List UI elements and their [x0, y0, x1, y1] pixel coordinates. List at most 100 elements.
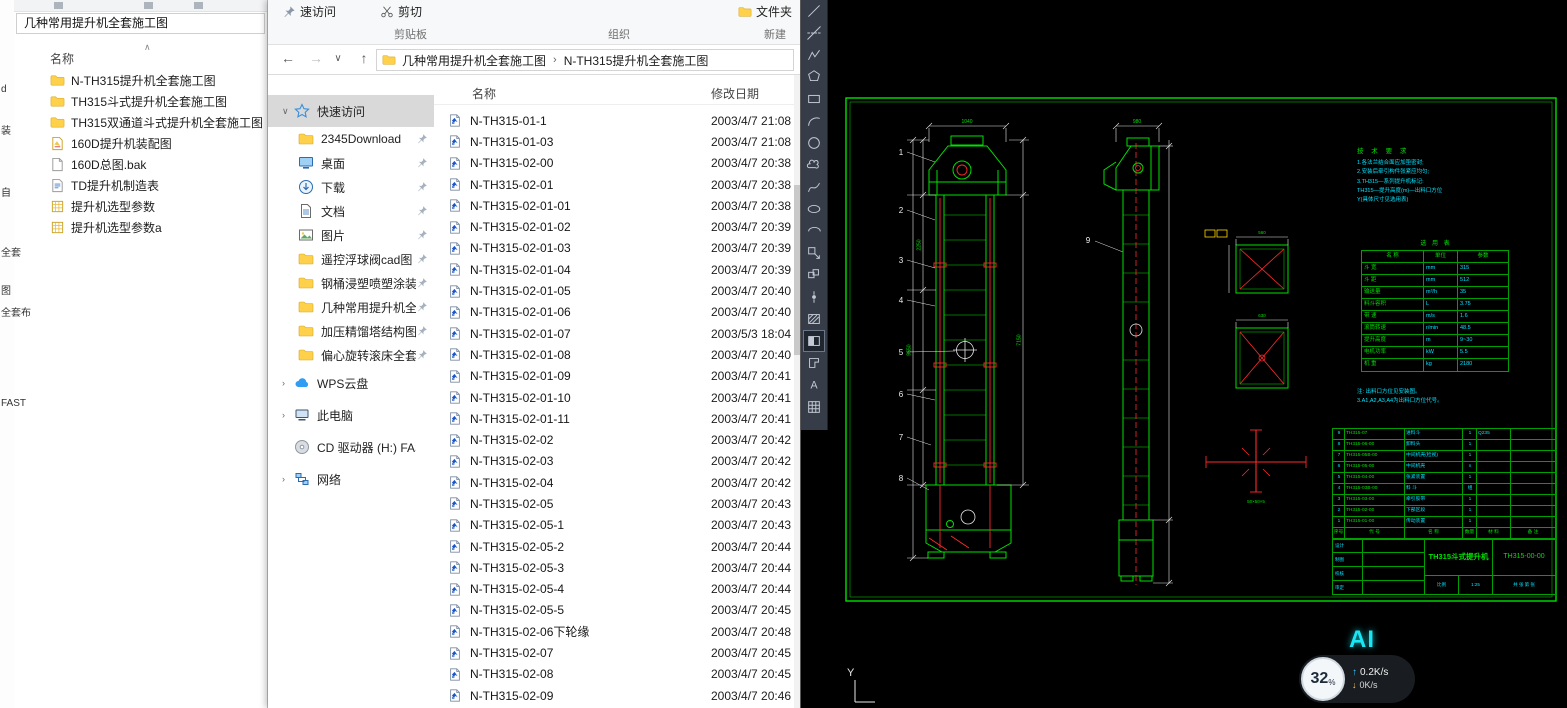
cad-tool-icon[interactable]: [803, 396, 825, 418]
file-row[interactable]: N-TH315-02-01-08 2003/4/7 20:40: [434, 344, 794, 365]
file-row[interactable]: N-TH315-02-06下轮缘 2003/4/7 20:48: [434, 621, 794, 642]
cad-tool-icon[interactable]: [803, 0, 825, 22]
cad-tool-icon[interactable]: [803, 22, 825, 44]
sidebar-item[interactable]: ∨ 快速访问: [268, 95, 434, 127]
sidebar-item[interactable]: 图片: [268, 223, 434, 247]
file-row[interactable]: N-TH315-02-01-06 2003/4/7 20:40: [434, 302, 794, 323]
expand-chevron-icon[interactable]: ∨: [282, 106, 294, 117]
sidebar-item[interactable]: 文档: [268, 199, 434, 223]
cut-button[interactable]: 剪切: [380, 3, 422, 20]
file-row[interactable]: N-TH315-01-1 2003/4/7 21:08: [434, 110, 794, 131]
cad-tool-icon[interactable]: [803, 264, 825, 286]
file-row[interactable]: N-TH315-02-01-04 2003/4/7 20:39: [434, 259, 794, 280]
list-item[interactable]: 提升机选型参数: [14, 196, 267, 217]
cad-tool-icon[interactable]: [803, 352, 825, 374]
list-item[interactable]: 160D总图.bak: [14, 154, 267, 175]
cad-tool-icon[interactable]: [803, 308, 825, 330]
sidebar-item[interactable]: 几种常用提升机全套: [268, 295, 434, 319]
file-row[interactable]: N-TH315-02-07 2003/4/7 20:45: [434, 642, 794, 663]
new-folder-button[interactable]: 文件夹: [738, 3, 792, 20]
cad-tool-icon[interactable]: [803, 66, 825, 88]
file-row[interactable]: N-TH315-02-05 2003/4/7 20:43: [434, 493, 794, 514]
file-row[interactable]: N-TH315-02-01 2003/4/7 20:38: [434, 174, 794, 195]
cad-tool-icon[interactable]: [803, 220, 825, 242]
up-button[interactable]: ↑: [354, 50, 374, 66]
history-dropdown-button[interactable]: ∨: [328, 53, 348, 64]
file-row[interactable]: N-TH315-02-01-02 2003/4/7 20:39: [434, 216, 794, 237]
column-header-name[interactable]: 名称: [50, 50, 74, 67]
cad-tool-icon[interactable]: [803, 176, 825, 198]
scrollbar-thumb[interactable]: [794, 185, 800, 355]
column-header-name[interactable]: 名称: [472, 85, 496, 102]
cad-tool-icon[interactable]: [803, 286, 825, 308]
file-row[interactable]: N-TH315-02-08 2003/4/7 20:45: [434, 664, 794, 685]
expand-chevron-icon[interactable]: ›: [282, 410, 294, 420]
cad-tool-icon[interactable]: [803, 88, 825, 110]
scale-label: 比例: [1425, 576, 1459, 594]
sidebar-item[interactable]: 钢桶浸塑喷塑涂装设: [268, 271, 434, 295]
dwg-file-icon: [448, 646, 462, 661]
breadcrumb-segment[interactable]: N-TH315提升机全套施工图: [564, 52, 709, 69]
list-item[interactable]: TH315斗式提升机全套施工图: [14, 91, 267, 112]
address-bar[interactable]: 几种常用提升机全套施工图 › N-TH315提升机全套施工图: [376, 49, 794, 71]
expand-chevron-icon[interactable]: ›: [282, 474, 294, 484]
list-item[interactable]: 160D提升机装配图: [14, 133, 267, 154]
sidebar-item[interactable]: › 网络: [268, 463, 434, 495]
progress-percent: 32: [1311, 670, 1329, 688]
sidebar-item[interactable]: CD 驱动器 (H:) FAST: [268, 431, 434, 463]
cad-tool-icon[interactable]: [803, 154, 825, 176]
sidebar-item[interactable]: › 此电脑: [268, 399, 434, 431]
cad-tool-icon[interactable]: [803, 110, 825, 132]
file-row[interactable]: N-TH315-02-01-09 2003/4/7 20:41: [434, 366, 794, 387]
file-row[interactable]: N-TH315-02-01-03 2003/4/7 20:39: [434, 238, 794, 259]
sidebar-item[interactable]: 遥控浮球阀cad图: [268, 247, 434, 271]
file-row[interactable]: N-TH315-02-01-01 2003/4/7 20:38: [434, 195, 794, 216]
file-row[interactable]: N-TH315-02-09 2003/4/7 20:46: [434, 685, 794, 706]
sidebar-item[interactable]: 下载: [268, 175, 434, 199]
file-row[interactable]: N-TH315-02-05-2 2003/4/7 20:44: [434, 536, 794, 557]
file-row[interactable]: N-TH315-02-05-5 2003/4/7 20:45: [434, 600, 794, 621]
forward-button[interactable]: →: [306, 50, 326, 66]
file-row[interactable]: N-TH315-02-01-10 2003/4/7 20:41: [434, 387, 794, 408]
ai-logo[interactable]: AI: [1349, 626, 1375, 654]
file-row[interactable]: N-TH315-02-05-4 2003/4/7 20:44: [434, 579, 794, 600]
pin-quick-access-button[interactable]: 速访问: [282, 3, 336, 20]
file-row[interactable]: N-TH315-02-03 2003/4/7 20:42: [434, 451, 794, 472]
outlet-notes: 注: 出料口方位见安装图。3.A1,A2,A3,A4为出料口方位代号。: [1357, 388, 1543, 407]
cad-tool-icon[interactable]: [803, 330, 825, 352]
file-row[interactable]: N-TH315-02-05-1 2003/4/7 20:43: [434, 515, 794, 536]
list-item[interactable]: N-TH315提升机全套施工图: [14, 70, 267, 91]
cad-tool-icon[interactable]: [803, 198, 825, 220]
file-row[interactable]: N-TH315-02-04 2003/4/7 20:42: [434, 472, 794, 493]
sidebar-item[interactable]: › WPS云盘: [268, 367, 434, 399]
file-row[interactable]: N-TH315-02-00 2003/4/7 20:38: [434, 153, 794, 174]
up-speed: 0.2K/s: [1360, 667, 1388, 678]
scrollbar[interactable]: [794, 75, 800, 708]
cad-tool-icon[interactable]: [803, 132, 825, 154]
file-row[interactable]: N-TH315-02-05-3 2003/4/7 20:44: [434, 557, 794, 578]
cad-tool-icon[interactable]: [803, 242, 825, 264]
list-item[interactable]: TD提升机制造表: [14, 175, 267, 196]
download-speed-widget[interactable]: 32 % ↑0.2K/s ↓0K/s: [1299, 655, 1415, 703]
list-item[interactable]: TH315双通道斗式提升机全套施工图: [14, 112, 267, 133]
file-row[interactable]: N-TH315-02-01-05 2003/4/7 20:40: [434, 280, 794, 301]
file-row[interactable]: N-TH315-02-02 2003/4/7 20:42: [434, 429, 794, 450]
breadcrumb-segment[interactable]: 几种常用提升机全套施工图: [402, 52, 546, 69]
column-header-date[interactable]: 修改日期: [711, 85, 759, 102]
sidebar-item-icon: [298, 275, 314, 291]
upload-arrow-icon: ↑: [1352, 667, 1357, 678]
sidebar-item[interactable]: 桌面: [268, 151, 434, 175]
cad-tool-icon[interactable]: A: [803, 374, 825, 396]
list-item[interactable]: 提升机选型参数a: [14, 217, 267, 238]
sidebar-item[interactable]: 偏心旋转滚床全套制: [268, 343, 434, 367]
folder-title[interactable]: 几种常用提升机全套施工图: [16, 13, 265, 34]
file-row[interactable]: N-TH315-02-01-07 2003/5/3 18:04: [434, 323, 794, 344]
expand-chevron-icon[interactable]: ›: [282, 378, 294, 388]
back-button[interactable]: ←: [278, 50, 298, 66]
file-list-pane: 名称 修改日期 N-TH315-01-1 2003/4/7 21:08 N-TH…: [434, 75, 794, 708]
file-row[interactable]: N-TH315-02-01-11 2003/4/7 20:41: [434, 408, 794, 429]
sidebar-item[interactable]: 加压精馏塔结构图: [268, 319, 434, 343]
cad-tool-icon[interactable]: [803, 44, 825, 66]
sidebar-item[interactable]: 2345Download: [268, 127, 434, 151]
file-row[interactable]: N-TH315-01-03 2003/4/7 21:08: [434, 131, 794, 152]
